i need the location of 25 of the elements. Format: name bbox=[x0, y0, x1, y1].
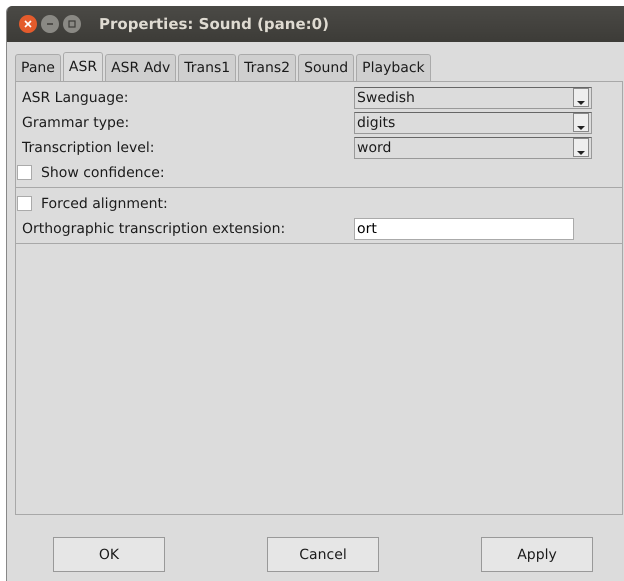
field-label: Orthographic transcription extension: bbox=[22, 220, 286, 236]
tab[interactable]: Playback bbox=[356, 54, 431, 81]
dropdown[interactable]: digits bbox=[354, 112, 592, 134]
tab[interactable]: Trans1 bbox=[178, 54, 236, 81]
close-icon[interactable] bbox=[19, 15, 37, 33]
dropdown[interactable]: Swedish bbox=[354, 86, 592, 108]
tab[interactable]: Pane bbox=[15, 54, 61, 81]
window-title: Properties: Sound (pane:0) bbox=[99, 15, 329, 33]
dropdown[interactable]: word bbox=[354, 136, 592, 158]
dialog-button[interactable]: Apply bbox=[481, 537, 593, 572]
field-label: Grammar type: bbox=[22, 114, 130, 130]
checkbox[interactable] bbox=[17, 196, 32, 211]
tab[interactable]: ASR Adv bbox=[105, 54, 176, 81]
maximize-icon[interactable] bbox=[63, 15, 81, 33]
dialog-button[interactable]: OK bbox=[53, 537, 165, 572]
input-field[interactable]: ort bbox=[354, 218, 574, 240]
dialog-button[interactable]: Cancel bbox=[267, 537, 379, 572]
tab[interactable]: ASR bbox=[62, 52, 104, 81]
field-label: ASR Language: bbox=[22, 90, 130, 106]
checkbox-label: Show confidence: bbox=[41, 164, 165, 180]
tab[interactable]: Sound bbox=[298, 54, 354, 81]
field-label: Transcription level: bbox=[22, 140, 156, 156]
checkbox-label: Forced alignment: bbox=[41, 196, 168, 212]
checkbox[interactable] bbox=[17, 165, 32, 180]
tab[interactable]: Trans2 bbox=[238, 54, 296, 81]
